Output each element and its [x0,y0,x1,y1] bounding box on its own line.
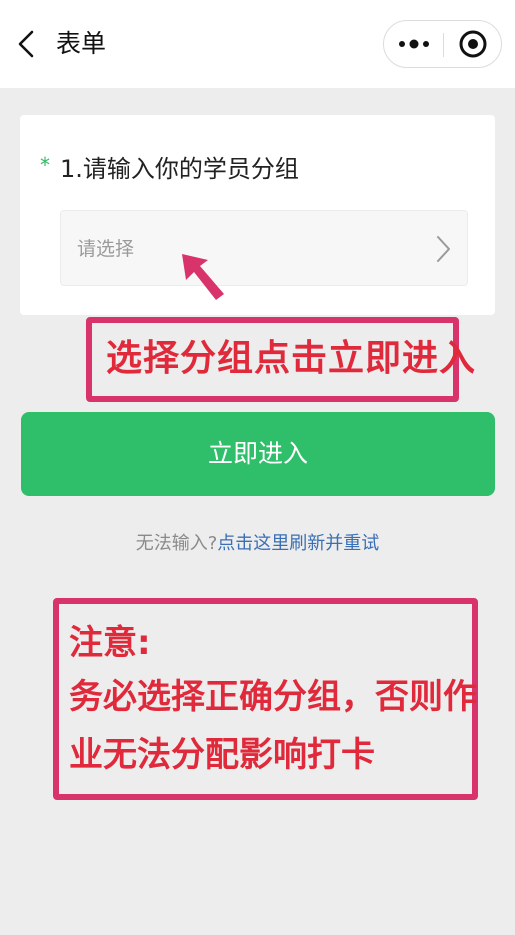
nav-header: 表单 [0,0,515,88]
group-select[interactable]: 请选择 [60,210,468,286]
annotation-box-warning: 注意: 务必选择正确分组，否则作 业无法分配影响打卡 [53,598,478,800]
enter-button[interactable]: 立即进入 [21,412,495,496]
warning-line-2: 业无法分配影响打卡 [69,735,375,775]
annotation-hint-text: 选择分组点击立即进入 [106,338,477,379]
target-circle-icon[interactable] [444,21,502,67]
form-page: 表单 * 1.请输入你的学员分组 请选择 选择分组点击立即进入 立即进入 无法输… [0,0,515,935]
form-card: * 1.请输入你的学员分组 请选择 [20,115,495,315]
back-chevron-icon[interactable] [14,26,38,62]
select-placeholder: 请选择 [77,238,135,260]
mini-program-capsule [383,20,502,68]
retry-prefix: 无法输入? [135,533,218,554]
retry-row: 无法输入?点击这里刷新并重试 [0,530,515,558]
more-dots-icon[interactable] [384,21,443,67]
annotation-box-hint: 选择分组点击立即进入 [86,317,475,402]
page-title: 表单 [56,29,107,58]
warning-title: 注意: [69,623,151,663]
annotation-arrow-icon [182,254,224,300]
required-mark: * [40,153,50,177]
chevron-right-icon [437,236,450,262]
warning-line-1: 务必选择正确分组，否则作 [69,677,477,717]
field-label: 1.请输入你的学员分组 [60,155,299,183]
retry-link[interactable]: 点击这里刷新并重试 [217,533,379,554]
